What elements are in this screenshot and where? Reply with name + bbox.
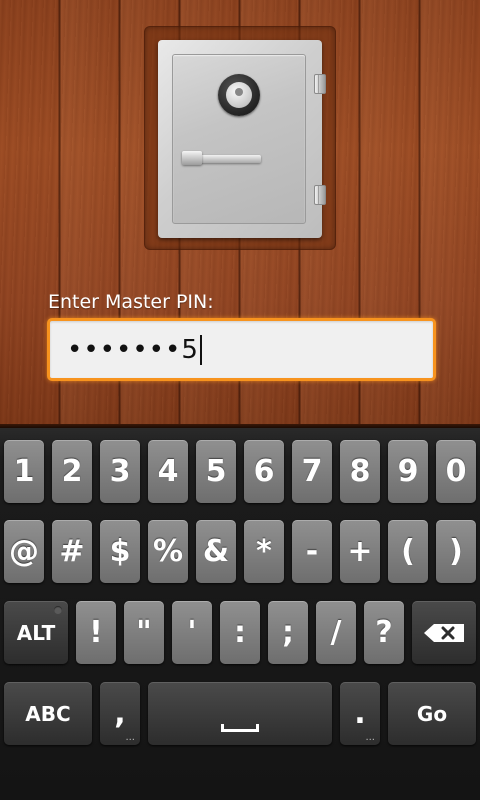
key-exclamation[interactable]: !	[76, 601, 116, 664]
key-1[interactable]: 1	[4, 440, 44, 503]
key-comma-label: ,	[114, 696, 126, 731]
key-single-quote[interactable]: '	[172, 601, 212, 664]
soft-keyboard: 1 2 3 4 5 6 7 8 9 0 @ # $ % & * - + ( ) …	[0, 428, 480, 800]
key-slash[interactable]: /	[316, 601, 356, 664]
key-comma-more: ...	[125, 732, 135, 743]
key-alt[interactable]: ALT	[4, 601, 68, 664]
key-colon[interactable]: :	[220, 601, 260, 664]
key-2[interactable]: 2	[52, 440, 92, 503]
key-abc[interactable]: ABC	[4, 682, 92, 745]
key-period-more: ...	[365, 732, 375, 743]
key-go[interactable]: Go	[388, 682, 476, 745]
key-hash[interactable]: #	[52, 520, 92, 583]
key-question[interactable]: ?	[364, 601, 404, 664]
safe-dial-mark	[235, 88, 243, 96]
key-asterisk[interactable]: *	[244, 520, 284, 583]
pin-last-char: 5	[181, 334, 199, 365]
key-7[interactable]: 7	[292, 440, 332, 503]
pin-label: Enter Master PIN:	[48, 291, 214, 313]
pin-value: •••••••5	[67, 335, 199, 365]
backspace-icon	[424, 623, 464, 642]
safe-handle-cap	[182, 151, 202, 165]
key-0[interactable]: 0	[436, 440, 476, 503]
key-alt-label: ALT	[16, 620, 56, 645]
pin-input[interactable]: •••••••5	[47, 318, 436, 381]
key-at[interactable]: @	[4, 520, 44, 583]
key-9[interactable]: 9	[388, 440, 428, 503]
key-percent[interactable]: %	[148, 520, 188, 583]
key-double-quote[interactable]: "	[124, 601, 164, 664]
text-cursor	[199, 334, 202, 365]
key-6[interactable]: 6	[244, 440, 284, 503]
space-bar-icon	[221, 723, 259, 732]
key-3[interactable]: 3	[100, 440, 140, 503]
alt-indicator-dot	[54, 606, 62, 614]
key-period[interactable]: . ...	[340, 682, 380, 745]
key-ampersand[interactable]: &	[196, 520, 236, 583]
key-plus[interactable]: +	[340, 520, 380, 583]
key-backspace[interactable]	[412, 601, 476, 664]
key-period-label: .	[354, 696, 366, 731]
key-4[interactable]: 4	[148, 440, 188, 503]
key-semicolon[interactable]: ;	[268, 601, 308, 664]
key-open-paren[interactable]: (	[388, 520, 428, 583]
key-8[interactable]: 8	[340, 440, 380, 503]
key-close-paren[interactable]: )	[436, 520, 476, 583]
safe-hinge-bottom	[314, 185, 326, 205]
safe-hinge-top	[314, 74, 326, 94]
pin-masked: •••••••	[67, 334, 182, 365]
key-space[interactable]	[148, 682, 332, 745]
key-minus[interactable]: -	[292, 520, 332, 583]
key-comma[interactable]: , ...	[100, 682, 140, 745]
key-dollar[interactable]: $	[100, 520, 140, 583]
key-5[interactable]: 5	[196, 440, 236, 503]
